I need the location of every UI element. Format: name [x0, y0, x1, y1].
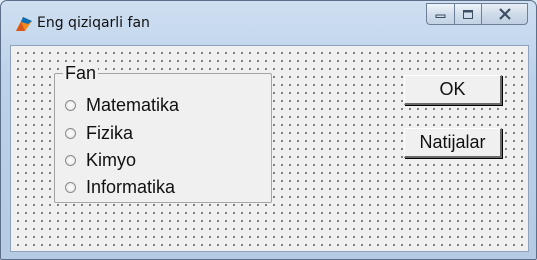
close-button[interactable]	[481, 3, 528, 25]
ok-button[interactable]: OK	[404, 75, 502, 105]
minimize-icon	[435, 14, 445, 18]
groupbox-label: Fan	[63, 63, 99, 83]
radio-matematika[interactable]: Matematika	[65, 95, 179, 115]
radio-button-icon[interactable]	[65, 99, 76, 111]
form-client-area: Fan Matematika Fizika Kimyo Informatika …	[10, 45, 529, 252]
radio-button-icon[interactable]	[65, 181, 76, 193]
radio-kimyo[interactable]: Kimyo	[65, 150, 136, 170]
radio-label: Informatika	[86, 177, 176, 197]
radio-button-icon[interactable]	[65, 127, 76, 139]
radio-label: Kimyo	[86, 150, 137, 170]
maximize-button[interactable]	[454, 3, 481, 25]
radio-label: Matematika	[86, 95, 180, 115]
radio-informatika[interactable]: Informatika	[65, 177, 175, 197]
app-icon	[16, 17, 32, 31]
close-icon	[498, 8, 511, 20]
app-window: Eng qiziqarli fan Fan Matematika Fizika …	[0, 0, 537, 260]
results-button[interactable]: Natijalar	[404, 128, 502, 158]
radio-button-icon[interactable]	[65, 154, 76, 166]
maximize-icon	[463, 9, 473, 19]
radio-fizika[interactable]: Fizika	[65, 123, 133, 143]
window-title: Eng qiziqarli fan	[37, 15, 150, 31]
title-bar[interactable]: Eng qiziqarli fan	[1, 1, 536, 45]
minimize-button[interactable]	[426, 3, 454, 25]
subject-groupbox: Fan Matematika Fizika Kimyo Informatika	[54, 63, 272, 203]
caption-buttons	[426, 3, 528, 25]
radio-label: Fizika	[86, 123, 134, 143]
